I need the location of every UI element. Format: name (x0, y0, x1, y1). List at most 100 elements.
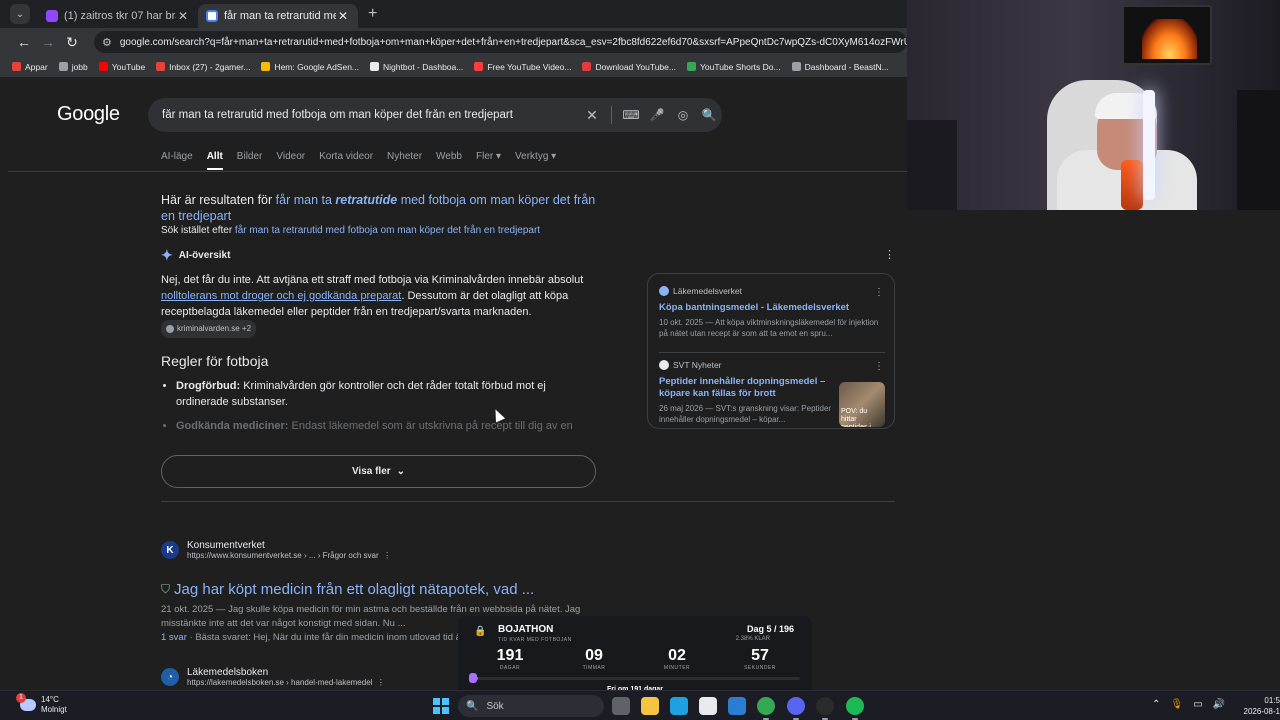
screen: ⌄ (1) zaitros tkr 07 har bra tuttar ✕ få… (0, 0, 1280, 720)
system-clock[interactable]: 01:5 2026-08-1 (1232, 695, 1280, 717)
bookmarks-bar: Appar jobb YouTube Inbox (27) - 2gamer... He… (0, 56, 907, 78)
sparkle-icon: ✦ (161, 247, 173, 263)
more-options-icon[interactable]: ⋮ (377, 678, 385, 687)
search-box[interactable]: får man ta retrarutid med fotboja om man… (148, 98, 722, 132)
bookmark-item[interactable]: Nightbot - Dashboa... (370, 62, 463, 72)
weather-desc: Molnigt (41, 705, 67, 714)
microphone (1121, 160, 1143, 210)
search-icon[interactable]: 🔍 (696, 108, 722, 122)
seconds-label: SEKUNDER (744, 665, 776, 671)
search-tab[interactable]: Verktyg ▾ (515, 151, 556, 170)
search-results-page: Google får man ta retrarutid med fotboja… (0, 78, 907, 690)
file-explorer-icon[interactable] (641, 697, 659, 715)
bookmark-item[interactable]: Dashboard - BeastN... (791, 62, 889, 72)
microphone-icon[interactable]: 🎙 (1170, 699, 1183, 710)
network-icon[interactable]: ▭ (1193, 699, 1202, 710)
discord-icon[interactable] (787, 697, 805, 720)
tab-search-button[interactable]: ⌄ (10, 4, 30, 24)
search-instead: Sök istället efter får man ta retrarutid… (161, 225, 541, 236)
taskbar-search[interactable]: 🔍 Sök (458, 695, 604, 717)
bookmark-item[interactable]: YouTube Shorts Do... (686, 62, 781, 72)
fireplace-screen (1122, 5, 1212, 65)
minutes-value: 02 (668, 647, 686, 664)
days-label: DAGAR (499, 665, 521, 671)
forward-icon[interactable]: → (36, 34, 60, 50)
windows-start-icon[interactable] (433, 698, 449, 714)
search-tab[interactable]: Fler ▾ (476, 151, 501, 170)
countdown-day: Dag 5 / 196 (746, 624, 794, 634)
bookmark-icon (370, 62, 380, 71)
browser-tab-google[interactable]: får man ta retrarutid med fotboj ✕ (198, 4, 358, 28)
more-options-icon[interactable]: ⋮ (884, 248, 895, 261)
search-tab[interactable]: Korta videor (319, 151, 373, 170)
spotify-icon[interactable] (846, 697, 864, 720)
bookmark-item[interactable]: Appar (12, 62, 48, 72)
more-options-icon[interactable]: ⋮ (874, 287, 884, 298)
search-input[interactable]: får man ta retrarutid med fotboja om man… (162, 109, 579, 121)
result-title[interactable]: ⛉ Jag har köpt medicin från ett olagligt… (161, 581, 534, 598)
verified-shield-icon: ⛉ (161, 582, 171, 596)
site-url: https://lakemedelsboken.se › handel-med-… (187, 678, 385, 687)
volume-icon[interactable]: 🔊 (1213, 699, 1225, 710)
source-title[interactable]: Peptider innehåller dopningsmedel – köpa… (659, 376, 834, 400)
url-text: google.com/search?q=får+man+ta+retraruti… (119, 36, 907, 48)
search-instead-link[interactable]: får man ta retrarutid med fotboja om man… (235, 225, 540, 236)
search-tab[interactable]: AI-läge (161, 151, 193, 170)
tab-title: (1) zaitros tkr 07 har bra tuttar (64, 10, 176, 22)
bookmark-item[interactable]: jobb (58, 62, 88, 72)
edge-icon[interactable] (670, 697, 688, 715)
search-tab[interactable]: Webb (436, 151, 462, 170)
more-options-icon[interactable]: ⋮ (383, 551, 391, 560)
ai-overview-link[interactable]: nolltolerans mot droger och ej godkända … (161, 290, 401, 302)
browser-tab-twitch[interactable]: (1) zaitros tkr 07 har bra tuttar ✕ (38, 4, 198, 28)
reload-icon[interactable]: ↻ (60, 34, 84, 51)
spelling-correction: Här är resultaten för får man ta retratu… (161, 192, 601, 224)
close-icon[interactable]: ✕ (336, 9, 350, 23)
search-tab[interactable]: Videor (276, 151, 305, 170)
search-tab[interactable]: Nyheter (387, 151, 422, 170)
site-info-icon[interactable]: ⚙ (102, 36, 112, 49)
result-source[interactable]: K Konsumentverket https://www.konsumentv… (161, 540, 391, 560)
lakemedelsboken-icon: ◔ (161, 668, 179, 686)
browser-toolbar: ← → ↻ ⚙ google.com/search?q=får+man+ta+r… (0, 28, 907, 56)
source-title[interactable]: Köpa bantningsmedel - Läkemedelsverket (659, 302, 885, 314)
search-tab[interactable]: Bilder (237, 151, 263, 170)
countdown-subtitle: TID KVAR MED FOTBOJAN (498, 637, 572, 643)
back-icon[interactable]: ← (12, 34, 36, 50)
obs-icon[interactable] (816, 697, 834, 720)
bookmark-item[interactable]: YouTube (98, 62, 145, 72)
search-tab[interactable]: Allt (206, 151, 223, 170)
bookmark-item[interactable]: Download YouTube... (582, 62, 676, 72)
bookmark-item[interactable]: Hem: Google AdSen... (261, 62, 359, 72)
google-icon (206, 10, 218, 22)
lens-icon[interactable]: ◎ (670, 108, 696, 122)
chrome-icon[interactable] (757, 697, 775, 720)
answers-link[interactable]: 1 svar (161, 632, 187, 643)
google-logo[interactable]: Google (57, 103, 120, 126)
source-card[interactable]: Läkemedelsverket Köpa bantningsmedel - L… (659, 286, 885, 339)
countdown-widget: 🔒 BOJATHON TID KVAR MED FOTBOJAN Dag 5 /… (458, 616, 812, 698)
source-thumbnail[interactable]: POV: du hittar peptides i Sver (839, 382, 885, 427)
source-card[interactable]: SVT Nyheter Peptider innehåller dopnings… (659, 360, 834, 425)
address-bar[interactable]: ⚙ google.com/search?q=får+man+ta+retraru… (94, 31, 907, 53)
weather-widget[interactable]: 1 14°C Molnigt (16, 693, 67, 715)
result-source[interactable]: ◔ Läkemedelsboken https://lakemedelsboke… (161, 667, 385, 687)
bookmark-item[interactable]: Free YouTube Video... (474, 62, 571, 72)
keyboard-icon[interactable]: ⌨ (618, 108, 644, 122)
show-more-button[interactable]: Visa fler ⌄ (161, 455, 596, 488)
task-view-icon[interactable] (612, 697, 630, 715)
close-icon[interactable]: ✕ (176, 9, 190, 23)
cloud-icon: 1 (16, 693, 36, 711)
minutes-label: MINUTER (663, 665, 691, 671)
source-chip[interactable]: kriminalvarden.se +2 (161, 320, 257, 338)
chevron-up-icon[interactable]: ⌃ (1152, 699, 1160, 710)
bookmark-item[interactable]: Inbox (27) - 2gamer... (156, 62, 250, 72)
hours-label: TIMMAR (582, 665, 606, 671)
clear-icon[interactable]: ✕ (579, 107, 605, 124)
new-tab-button[interactable]: + (358, 5, 387, 28)
store-icon[interactable] (699, 697, 717, 715)
system-tray: ⌃ 🎙 ▭ 🔊 (1152, 699, 1225, 710)
microphone-icon[interactable]: 🎤 (644, 108, 670, 122)
more-options-icon[interactable]: ⋮ (874, 361, 884, 372)
mail-icon[interactable] (728, 697, 746, 715)
